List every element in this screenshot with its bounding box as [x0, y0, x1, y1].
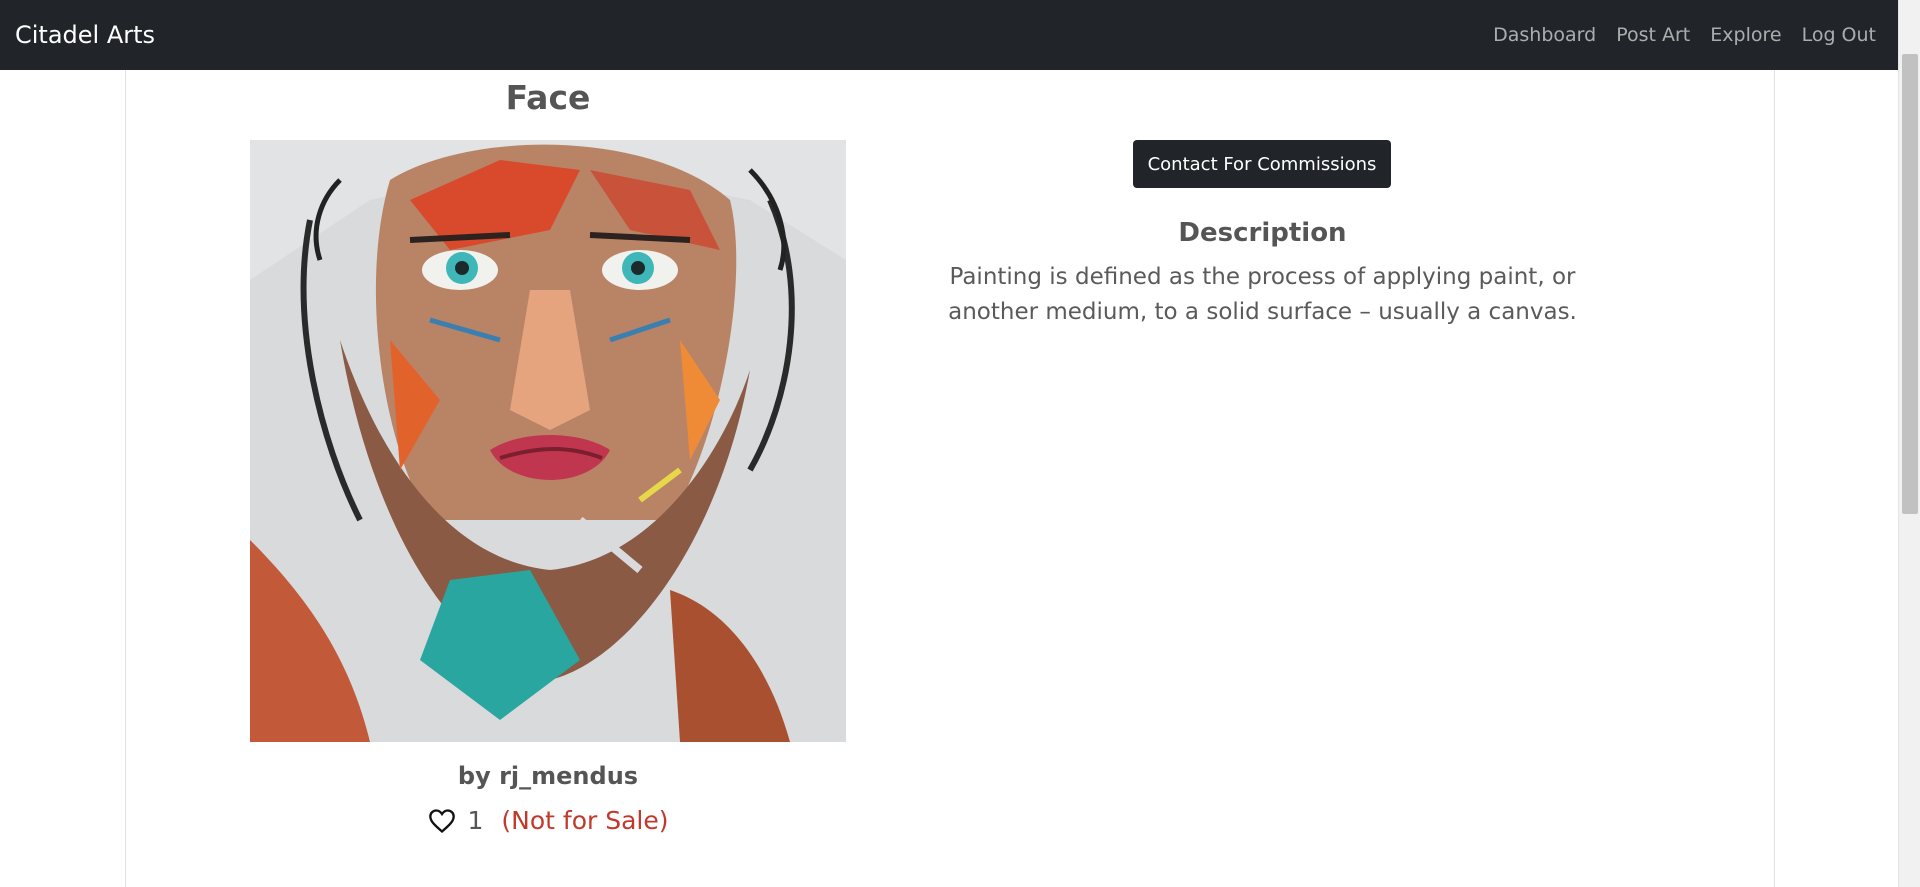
sale-status: (Not for Sale)	[501, 806, 669, 835]
description-heading: Description	[1178, 218, 1347, 248]
nav-link-log-out[interactable]: Log Out	[1802, 24, 1876, 46]
description-text: Painting is defined as the process of ap…	[948, 264, 1577, 325]
page-scrollbar[interactable]	[1898, 0, 1920, 887]
nav-link-dashboard[interactable]: Dashboard	[1493, 24, 1596, 46]
brand-link[interactable]: Citadel Arts	[15, 21, 155, 49]
like-count: 1	[467, 806, 484, 835]
artwork-image	[250, 140, 846, 742]
art-meta-row: 1 (Not for Sale)	[250, 806, 846, 835]
artwork-painting	[250, 140, 846, 742]
artist-byline: by rj_mendus	[457, 762, 639, 790]
top-navbar: Citadel Arts Dashboard Post Art Explore …	[0, 0, 1898, 70]
heart-icon-svg	[428, 808, 455, 833]
scrollbar-thumb[interactable]	[1902, 54, 1918, 514]
nav-link-explore[interactable]: Explore	[1710, 24, 1781, 46]
heart-outline-icon[interactable]	[428, 808, 456, 834]
art-title: Face	[505, 78, 591, 117]
nav-link-post-art[interactable]: Post Art	[1616, 24, 1690, 46]
nav-links: Dashboard Post Art Explore Log Out	[1493, 24, 1876, 46]
contact-for-commissions-button[interactable]: Contact For Commissions	[1133, 140, 1391, 188]
